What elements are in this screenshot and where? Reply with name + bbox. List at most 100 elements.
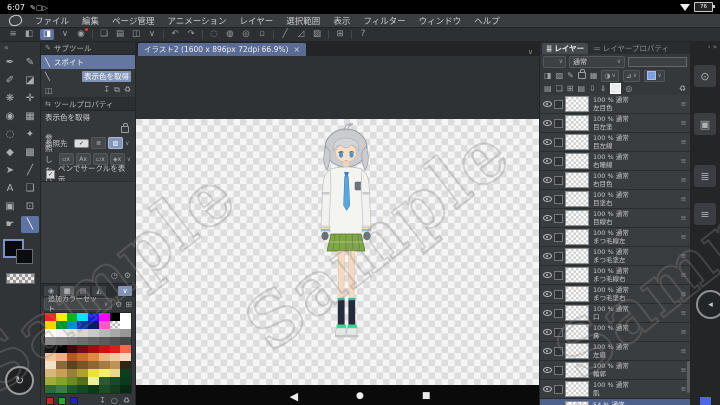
color-swatch[interactable] (45, 329, 56, 337)
eye-visible-icon[interactable] (543, 177, 552, 183)
color-set-dropdown[interactable]: 追加カラーセット ∨ (44, 298, 112, 310)
color-swatch[interactable] (99, 369, 110, 377)
color-swatch[interactable] (67, 337, 78, 345)
color-swatch[interactable] (88, 361, 99, 369)
edit-colorset-icon[interactable]: ⚙ (115, 300, 122, 309)
color-swatch[interactable] (45, 369, 56, 377)
eye-visible-icon[interactable] (543, 234, 552, 240)
duplicate-subtool-icon[interactable]: ⧉ (114, 85, 120, 95)
layer-row[interactable]: 100 % 通常右目色≡ (540, 171, 690, 190)
color-swatch[interactable] (56, 361, 67, 369)
layer-menu-icon[interactable]: ≡ (679, 100, 688, 108)
object-tool[interactable]: ⊡ (21, 198, 39, 215)
subtool-item-display-color[interactable]: ╲ 表示色を取得 (41, 69, 135, 83)
menu-item-1[interactable]: 編集 (82, 15, 99, 27)
layer-color-chip[interactable]: ∨ (644, 70, 664, 82)
opacity-slider[interactable] (628, 57, 687, 67)
wrench-icon[interactable]: ⚙ (124, 271, 131, 280)
eye-visible-icon[interactable] (543, 139, 552, 145)
color-swatch[interactable] (120, 377, 131, 385)
eye-visible-icon[interactable] (543, 272, 552, 278)
new-raster-layer-icon[interactable]: ❏ (556, 84, 563, 93)
color-swatch[interactable] (120, 313, 131, 321)
material-palette-icon[interactable]: ⊞ (335, 29, 345, 40)
transfer-down-icon[interactable]: ⇩ (589, 84, 596, 93)
layer-menu-icon[interactable]: ≡ (679, 328, 688, 336)
layer-row[interactable]: 100 % 通常まつ毛線右≡ (540, 266, 690, 285)
color-swatch[interactable] (77, 329, 88, 337)
eyedropper-tool[interactable]: ╲ (21, 216, 39, 233)
apply-mask-icon[interactable]: ◎ (625, 84, 632, 93)
color-swatch[interactable] (77, 377, 88, 385)
color-swatch[interactable] (77, 385, 88, 393)
color-swatch[interactable] (120, 361, 131, 369)
color-swatch[interactable] (88, 313, 99, 321)
layer-row[interactable]: 100 % 通常輪郭≡ (540, 361, 690, 380)
layer-row[interactable]: 100 % 通常左目色≡ (540, 95, 690, 114)
layer-visibility[interactable] (542, 158, 552, 164)
hand-tool[interactable]: ☛ (1, 216, 19, 233)
snap-grid-icon[interactable]: ▨ (312, 29, 322, 40)
layer-visibility[interactable] (542, 215, 552, 221)
color-swatch[interactable] (45, 385, 56, 393)
layer-row[interactable]: 100 % 通常目左線≡ (540, 133, 690, 152)
color-tab-chevron-icon[interactable]: ∨ (118, 286, 132, 296)
layer-mask-icon[interactable] (610, 83, 621, 94)
operation-tool[interactable]: ➤ (1, 162, 19, 179)
color-swatch[interactable] (120, 337, 131, 345)
color-swatch[interactable] (67, 353, 78, 361)
layer-row[interactable]: 100 % 通常まつ毛塗右≡ (540, 285, 690, 304)
new-folder-icon[interactable]: ▤ (577, 84, 585, 93)
layer-visibility[interactable] (542, 310, 552, 316)
eye-visible-icon[interactable] (543, 158, 552, 164)
pen-circle-checkbox-row[interactable]: ✓ ペンでサークルを表示 (41, 167, 135, 181)
color-swatch[interactable] (99, 337, 110, 345)
frame-tool[interactable]: ▣ (1, 198, 19, 215)
save-chevron-icon[interactable]: ∨ (147, 29, 157, 40)
layer-row[interactable]: 100 % 通常まつ毛塗左≡ (540, 247, 690, 266)
add-colorset-icon[interactable]: ⊞ (125, 300, 132, 309)
subtool-panel-header[interactable]: ✎ サブツール (41, 42, 135, 55)
import-subtool-icon[interactable]: ↧ (103, 85, 110, 95)
color-swatch[interactable] (45, 377, 56, 385)
layer-row[interactable]: 100 % 通常目線右≡ (540, 209, 690, 228)
layer-checkbox[interactable] (554, 271, 563, 280)
layer-row[interactable]: 100 % 通常左眉≡ (540, 342, 690, 361)
color-swatch[interactable] (88, 377, 99, 385)
recents-button[interactable]: ■ (422, 391, 431, 401)
color-swatch[interactable] (45, 337, 56, 345)
layer-checkbox[interactable] (554, 328, 563, 337)
tab-layer[interactable]: ≣ レイヤー (542, 43, 588, 54)
save-icon[interactable]: ◫ (131, 29, 141, 40)
new-canvas-icon[interactable]: ❏ (99, 29, 109, 40)
eye-visible-icon[interactable] (543, 101, 552, 107)
color-swatch[interactable] (45, 353, 56, 361)
subtool-item-eyedropper[interactable]: ╲ スポイト (41, 55, 135, 69)
color-swatch[interactable] (45, 321, 56, 329)
color-swatch[interactable] (99, 313, 110, 321)
color-swatch[interactable] (67, 329, 78, 337)
figure-tool[interactable]: ▦ (21, 108, 39, 125)
navigator-button[interactable]: ⊙ (694, 65, 716, 87)
menu-item-7[interactable]: フィルター (363, 15, 405, 27)
copy-subtool-icon[interactable]: ◫ (45, 86, 53, 95)
delete-color-icon[interactable]: ♻ (123, 396, 130, 405)
color-swatch[interactable] (120, 329, 131, 337)
layer-menu-icon[interactable]: ≡ (679, 347, 688, 355)
tab-overflow-chevron-icon[interactable]: ∨ (528, 48, 537, 56)
clip-at-layer-icon[interactable]: ◨ (544, 71, 552, 80)
layer-visibility[interactable] (542, 386, 552, 392)
layer-visibility[interactable] (542, 291, 552, 297)
color-swatch[interactable] (56, 385, 67, 393)
layer-checkbox[interactable] (554, 233, 563, 242)
color-swatch[interactable] (110, 369, 121, 377)
color-swatch[interactable] (56, 345, 67, 353)
main-menu-icon[interactable]: ≡ (8, 29, 18, 40)
layer-menu-icon[interactable]: ≡ (679, 214, 688, 222)
selection-launcher-icon[interactable]: ◎ (241, 29, 251, 40)
layer-visibility[interactable] (542, 196, 552, 202)
color-swatch[interactable] (99, 377, 110, 385)
color-swatch[interactable] (56, 377, 67, 385)
eye-visible-icon[interactable] (543, 291, 552, 297)
color-swatch[interactable] (56, 321, 67, 329)
